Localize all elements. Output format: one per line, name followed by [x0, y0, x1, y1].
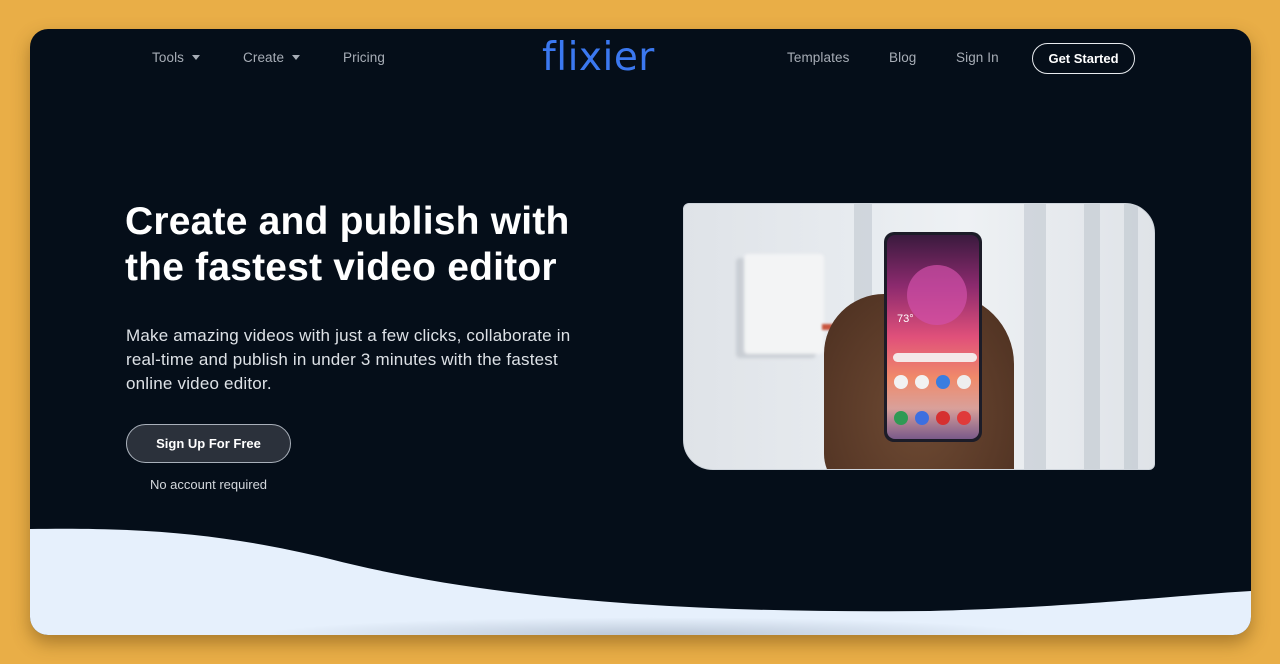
nav-create-label: Create	[243, 50, 285, 65]
get-started-button[interactable]: Get Started	[1032, 43, 1135, 74]
wall-switch-box	[744, 254, 824, 354]
app-icon	[957, 375, 971, 389]
headline-line-2: the fastest video editor	[125, 246, 557, 289]
caret-down-icon	[192, 55, 201, 60]
messages-app-icon	[915, 411, 929, 425]
nav-pricing-label: Pricing	[343, 50, 385, 65]
dock-row	[894, 411, 971, 425]
hero-subtext: Make amazing videos with just a few clic…	[126, 326, 571, 393]
phone-search-bar	[893, 353, 977, 362]
app-row	[894, 375, 971, 389]
nav-tools[interactable]: Tools	[152, 50, 201, 65]
app-icon	[915, 375, 929, 389]
wall-stripe	[1124, 204, 1138, 469]
nav-blog[interactable]: Blog	[889, 50, 916, 65]
app-icon	[894, 375, 908, 389]
nav-templates[interactable]: Templates	[787, 50, 849, 65]
sign-up-free-button[interactable]: Sign Up For Free	[126, 424, 291, 463]
nav-create[interactable]: Create	[243, 50, 301, 65]
weather-temperature: 73°	[897, 313, 914, 325]
browser-window: Tools Create Pricing flixier Templates B…	[30, 29, 1251, 635]
content-shadow	[260, 617, 1040, 635]
camera-app-icon	[957, 411, 971, 425]
hero-headline: Create and publish with the fastest vide…	[125, 199, 645, 291]
nav-sign-in[interactable]: Sign In	[956, 50, 999, 65]
phone-screen: 73°	[887, 235, 979, 439]
hero-video-preview[interactable]: 73°	[683, 203, 1155, 470]
app-icon	[936, 375, 950, 389]
nav-tools-label: Tools	[152, 50, 185, 65]
flixier-logo[interactable]: flixier	[542, 35, 655, 80]
headline-line-1: Create and publish with	[125, 200, 570, 243]
wall-stripe	[1024, 204, 1046, 469]
nav-sign-in-label: Sign In	[956, 50, 999, 65]
top-navigation: Tools Create Pricing flixier Templates B…	[30, 29, 1251, 89]
nav-pricing[interactable]: Pricing	[343, 50, 385, 65]
phone-app-icon	[894, 411, 908, 425]
wallpaper-circle	[907, 265, 967, 325]
wall-stripe	[1084, 204, 1100, 469]
phone-image: 73°	[884, 232, 982, 442]
nav-blog-label: Blog	[889, 50, 917, 65]
nav-templates-label: Templates	[787, 50, 850, 65]
no-account-note: No account required	[149, 477, 268, 492]
caret-down-icon	[292, 55, 301, 60]
tesla-app-icon	[936, 411, 950, 425]
